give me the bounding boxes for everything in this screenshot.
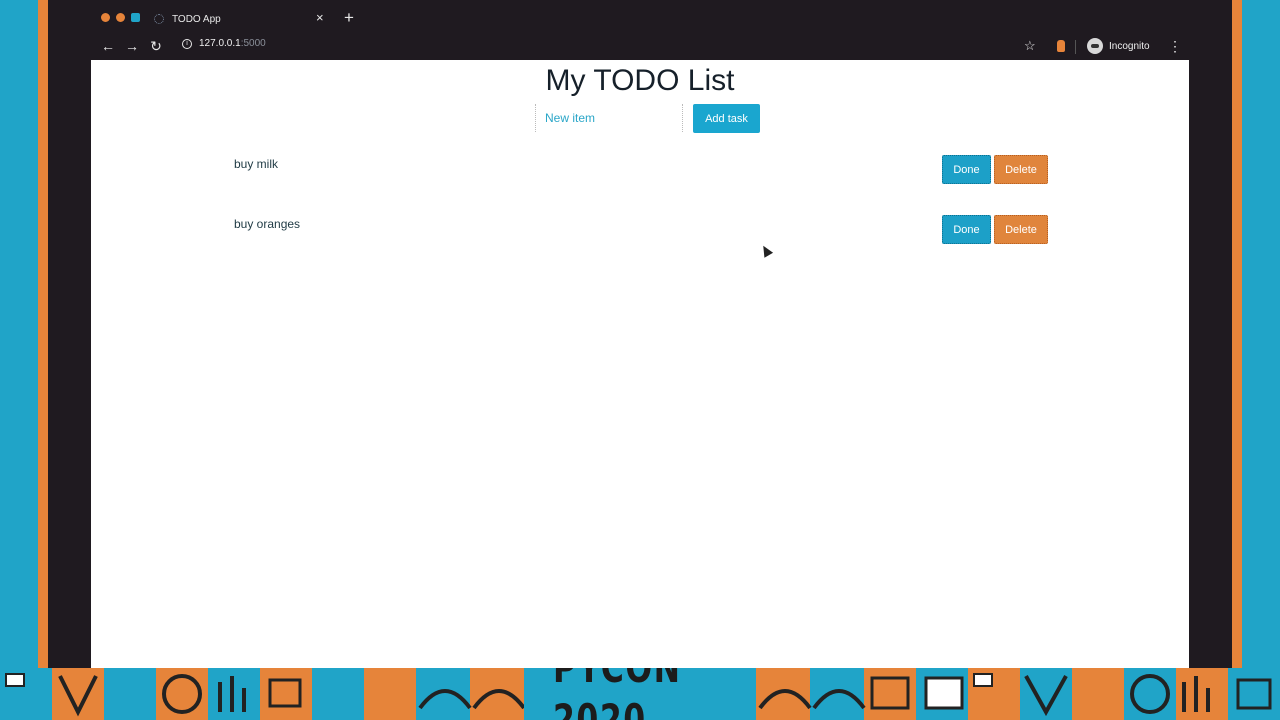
- loading-icon: [154, 14, 164, 24]
- maximize-window-dot[interactable]: [131, 13, 140, 22]
- star-icon[interactable]: ☆: [1024, 38, 1036, 54]
- profile-button[interactable]: Incognito: [1087, 38, 1150, 54]
- toolbar-divider: [1075, 40, 1076, 54]
- left-decor-stripe: [38, 0, 48, 668]
- banner-tiles-left: [0, 668, 526, 720]
- close-window-dot[interactable]: [101, 13, 110, 22]
- tab-close-icon[interactable]: ×: [316, 11, 324, 24]
- tab-title: TODO App: [172, 13, 221, 25]
- done-button[interactable]: Done: [942, 215, 991, 244]
- url-host: 127.0.0.1: [199, 38, 241, 49]
- pycon-logo-text: PYCON 2020: [553, 668, 680, 720]
- add-task-button[interactable]: Add task: [693, 104, 760, 133]
- browser-window: TODO App × + ← → ↻ i 127.0.0.1:5000 ☆ In…: [48, 0, 1232, 668]
- tab-todo-app[interactable]: TODO App: [154, 8, 334, 30]
- list-item: buy milk Done Delete: [91, 155, 1189, 187]
- info-icon[interactable]: i: [182, 38, 192, 49]
- pycon-logo: PYCON 2020: [524, 668, 756, 720]
- kebab-menu-icon[interactable]: ⋮: [1168, 38, 1182, 54]
- new-tab-icon[interactable]: +: [344, 9, 354, 26]
- back-arrow-icon[interactable]: ←: [99, 37, 117, 55]
- pycon-banner: PYCON 2020: [0, 668, 1280, 720]
- minimize-window-dot[interactable]: [116, 13, 125, 22]
- todo-item-text: buy oranges: [234, 217, 301, 231]
- new-item-input[interactable]: [535, 104, 683, 132]
- add-task-form: Add task: [535, 104, 761, 133]
- url-port: :5000: [240, 38, 266, 49]
- page-title: My TODO List: [545, 64, 735, 97]
- extension-icon[interactable]: [1057, 40, 1065, 52]
- reload-icon[interactable]: ↻: [147, 37, 165, 55]
- delete-button[interactable]: Delete: [994, 155, 1048, 184]
- banner-tiles-right: [756, 668, 1280, 720]
- todo-item-text: buy milk: [234, 157, 279, 171]
- tab-bar: TODO App × +: [48, 0, 1232, 36]
- right-decor-stripe: [1232, 0, 1242, 668]
- delete-button[interactable]: Delete: [994, 215, 1048, 244]
- done-button[interactable]: Done: [942, 155, 991, 184]
- page-viewport: My TODO List Add task buy milk Done Dele…: [91, 60, 1189, 668]
- browser-toolbar: ← → ↻ i 127.0.0.1:5000 ☆ Incognito ⋮: [48, 34, 1232, 60]
- incognito-icon: [1087, 38, 1103, 54]
- profile-label: Incognito: [1109, 40, 1150, 52]
- list-item: buy oranges Done Delete: [91, 215, 1189, 247]
- address-bar[interactable]: i 127.0.0.1:5000: [182, 38, 266, 49]
- forward-arrow-icon[interactable]: →: [123, 37, 141, 55]
